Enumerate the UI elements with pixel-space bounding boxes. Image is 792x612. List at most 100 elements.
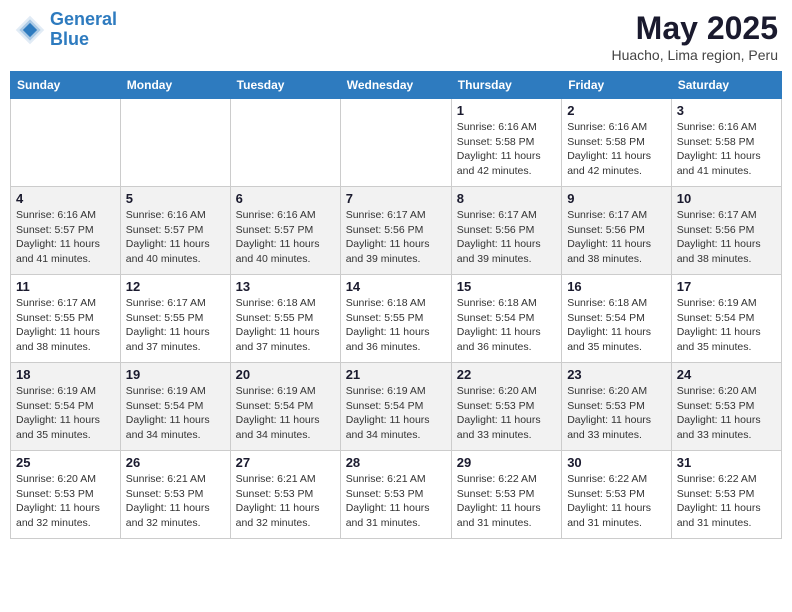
day-info: Sunrise: 6:16 AM Sunset: 5:57 PM Dayligh… <box>126 208 225 267</box>
day-info: Sunrise: 6:18 AM Sunset: 5:55 PM Dayligh… <box>236 296 335 355</box>
day-info: Sunrise: 6:17 AM Sunset: 5:55 PM Dayligh… <box>126 296 225 355</box>
day-info: Sunrise: 6:20 AM Sunset: 5:53 PM Dayligh… <box>457 384 556 443</box>
logo: General Blue <box>14 10 117 50</box>
day-info: Sunrise: 6:16 AM Sunset: 5:58 PM Dayligh… <box>457 120 556 179</box>
day-number: 25 <box>16 455 115 470</box>
day-info: Sunrise: 6:18 AM Sunset: 5:54 PM Dayligh… <box>567 296 666 355</box>
day-info: Sunrise: 6:19 AM Sunset: 5:54 PM Dayligh… <box>346 384 446 443</box>
day-number: 30 <box>567 455 666 470</box>
calendar-cell <box>11 99 121 187</box>
day-info: Sunrise: 6:21 AM Sunset: 5:53 PM Dayligh… <box>236 472 335 531</box>
day-number: 18 <box>16 367 115 382</box>
calendar-cell: 20 Sunrise: 6:19 AM Sunset: 5:54 PM Dayli… <box>230 363 340 451</box>
weekday-header: Thursday <box>451 72 561 99</box>
calendar-cell: 3Sunrise: 6:16 AM Sunset: 5:58 PM Daylig… <box>671 99 781 187</box>
day-info: Sunrise: 6:21 AM Sunset: 5:53 PM Dayligh… <box>126 472 225 531</box>
day-number: 16 <box>567 279 666 294</box>
day-number: 19 <box>126 367 225 382</box>
calendar-cell: 8Sunrise: 6:17 AM Sunset: 5:56 PM Daylig… <box>451 187 561 275</box>
day-number: 8 <box>457 191 556 206</box>
calendar-cell: 26Sunrise: 6:21 AM Sunset: 5:53 PM Dayli… <box>120 451 230 539</box>
day-number: 24 <box>677 367 776 382</box>
calendar-cell: 30 Sunrise: 6:22 AM Sunset: 5:53 PM Dayli… <box>562 451 672 539</box>
day-info: Sunrise: 6:20 AM Sunset: 5:53 PM Dayligh… <box>567 384 666 443</box>
calendar-cell: 18 Sunrise: 6:19 AM Sunset: 5:54 PM Dayli… <box>11 363 121 451</box>
day-info: Sunrise: 6:17 AM Sunset: 5:56 PM Dayligh… <box>567 208 666 267</box>
day-info: Sunrise: 6:20 AM Sunset: 5:53 PM Dayligh… <box>677 384 776 443</box>
weekday-header: Saturday <box>671 72 781 99</box>
day-info: Sunrise: 6:16 AM Sunset: 5:57 PM Dayligh… <box>236 208 335 267</box>
day-number: 29 <box>457 455 556 470</box>
page-header: General Blue May 2025 Huacho, Lima regio… <box>10 10 782 63</box>
day-number: 23 <box>567 367 666 382</box>
calendar-table: SundayMondayTuesdayWednesdayThursdayFrid… <box>10 71 782 539</box>
month-year: May 2025 <box>611 10 778 47</box>
weekday-header: Tuesday <box>230 72 340 99</box>
calendar-cell: 1 Sunrise: 6:16 AM Sunset: 5:58 PM Daylig… <box>451 99 561 187</box>
day-number: 15 <box>457 279 556 294</box>
calendar-cell: 5 Sunrise: 6:16 AM Sunset: 5:57 PM Daylig… <box>120 187 230 275</box>
day-info: Sunrise: 6:16 AM Sunset: 5:58 PM Dayligh… <box>567 120 666 179</box>
weekday-header: Monday <box>120 72 230 99</box>
day-number: 17 <box>677 279 776 294</box>
day-number: 4 <box>16 191 115 206</box>
day-number: 9 <box>567 191 666 206</box>
calendar-cell: 27 Sunrise: 6:21 AM Sunset: 5:53 PM Dayli… <box>230 451 340 539</box>
calendar-cell <box>120 99 230 187</box>
calendar-cell: 6Sunrise: 6:16 AM Sunset: 5:57 PM Daylig… <box>230 187 340 275</box>
day-number: 13 <box>236 279 335 294</box>
day-number: 12 <box>126 279 225 294</box>
calendar-cell: 7 Sunrise: 6:17 AM Sunset: 5:56 PM Daylig… <box>340 187 451 275</box>
weekday-header: Sunday <box>11 72 121 99</box>
calendar-cell: 4 Sunrise: 6:16 AM Sunset: 5:57 PM Daylig… <box>11 187 121 275</box>
day-number: 1 <box>457 103 556 118</box>
calendar-cell: 15Sunrise: 6:18 AM Sunset: 5:54 PM Dayli… <box>451 275 561 363</box>
day-info: Sunrise: 6:18 AM Sunset: 5:55 PM Dayligh… <box>346 296 446 355</box>
calendar-cell: 12 Sunrise: 6:17 AM Sunset: 5:55 PM Dayli… <box>120 275 230 363</box>
calendar-cell <box>230 99 340 187</box>
day-info: Sunrise: 6:22 AM Sunset: 5:53 PM Dayligh… <box>457 472 556 531</box>
day-info: Sunrise: 6:21 AM Sunset: 5:53 PM Dayligh… <box>346 472 446 531</box>
day-info: Sunrise: 6:19 AM Sunset: 5:54 PM Dayligh… <box>677 296 776 355</box>
day-info: Sunrise: 6:19 AM Sunset: 5:54 PM Dayligh… <box>236 384 335 443</box>
day-number: 28 <box>346 455 446 470</box>
day-number: 7 <box>346 191 446 206</box>
calendar-cell: 10Sunrise: 6:17 AM Sunset: 5:56 PM Dayli… <box>671 187 781 275</box>
calendar-cell <box>340 99 451 187</box>
day-number: 27 <box>236 455 335 470</box>
day-number: 11 <box>16 279 115 294</box>
day-info: Sunrise: 6:17 AM Sunset: 5:56 PM Dayligh… <box>346 208 446 267</box>
day-info: Sunrise: 6:17 AM Sunset: 5:55 PM Dayligh… <box>16 296 115 355</box>
weekday-header: Friday <box>562 72 672 99</box>
calendar-cell: 25 Sunrise: 6:20 AM Sunset: 5:53 PM Dayli… <box>11 451 121 539</box>
calendar-cell: 28 Sunrise: 6:21 AM Sunset: 5:53 PM Dayli… <box>340 451 451 539</box>
logo-line2: Blue <box>50 29 89 49</box>
day-number: 5 <box>126 191 225 206</box>
calendar-cell: 2Sunrise: 6:16 AM Sunset: 5:58 PM Daylig… <box>562 99 672 187</box>
day-number: 14 <box>346 279 446 294</box>
calendar-cell: 13 Sunrise: 6:18 AM Sunset: 5:55 PM Dayli… <box>230 275 340 363</box>
calendar-week-row: 4 Sunrise: 6:16 AM Sunset: 5:57 PM Daylig… <box>11 187 782 275</box>
calendar-cell: 16 Sunrise: 6:18 AM Sunset: 5:54 PM Dayli… <box>562 275 672 363</box>
calendar-cell: 24 Sunrise: 6:20 AM Sunset: 5:53 PM Dayli… <box>671 363 781 451</box>
calendar-cell: 31Sunrise: 6:22 AM Sunset: 5:53 PM Dayli… <box>671 451 781 539</box>
calendar-cell: 19Sunrise: 6:19 AM Sunset: 5:54 PM Dayli… <box>120 363 230 451</box>
calendar-cell: 23 Sunrise: 6:20 AM Sunset: 5:53 PM Dayli… <box>562 363 672 451</box>
day-number: 10 <box>677 191 776 206</box>
logo-line1: General <box>50 9 117 29</box>
day-info: Sunrise: 6:20 AM Sunset: 5:53 PM Dayligh… <box>16 472 115 531</box>
day-info: Sunrise: 6:16 AM Sunset: 5:57 PM Dayligh… <box>16 208 115 267</box>
calendar-cell: 17 Sunrise: 6:19 AM Sunset: 5:54 PM Dayli… <box>671 275 781 363</box>
calendar-cell: 22Sunrise: 6:20 AM Sunset: 5:53 PM Dayli… <box>451 363 561 451</box>
calendar-cell: 29 Sunrise: 6:22 AM Sunset: 5:53 PM Dayli… <box>451 451 561 539</box>
logo-icon <box>14 14 46 46</box>
day-info: Sunrise: 6:22 AM Sunset: 5:53 PM Dayligh… <box>567 472 666 531</box>
day-number: 20 <box>236 367 335 382</box>
calendar-header-row: SundayMondayTuesdayWednesdayThursdayFrid… <box>11 72 782 99</box>
calendar-cell: 11 Sunrise: 6:17 AM Sunset: 5:55 PM Dayli… <box>11 275 121 363</box>
calendar-week-row: 11 Sunrise: 6:17 AM Sunset: 5:55 PM Dayli… <box>11 275 782 363</box>
calendar-week-row: 1 Sunrise: 6:16 AM Sunset: 5:58 PM Daylig… <box>11 99 782 187</box>
day-info: Sunrise: 6:19 AM Sunset: 5:54 PM Dayligh… <box>16 384 115 443</box>
day-number: 21 <box>346 367 446 382</box>
calendar-cell: 14 Sunrise: 6:18 AM Sunset: 5:55 PM Dayli… <box>340 275 451 363</box>
